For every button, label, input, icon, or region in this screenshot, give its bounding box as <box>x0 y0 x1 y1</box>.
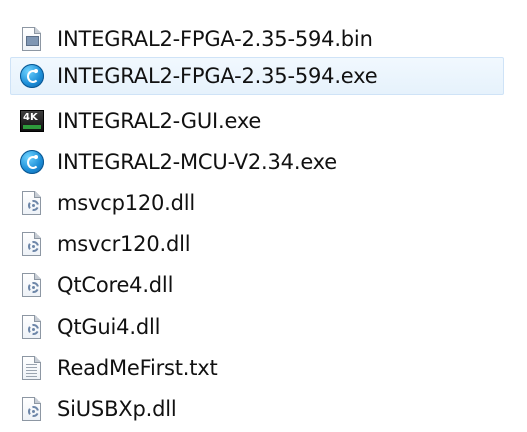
bin-file-icon <box>19 26 45 52</box>
dll-file-icon <box>19 396 45 422</box>
file-name: INTEGRAL2-MCU-V2.34.exe <box>57 150 337 174</box>
dll-file-icon <box>19 272 45 298</box>
file-name: QtCore4.dll <box>57 273 174 297</box>
file-name: SiUSBXp.dll <box>57 397 177 421</box>
file-item-integral2-fpga-exe[interactable]: INTEGRAL2-FPGA-2.35-594.exe <box>10 57 504 95</box>
4k-icon-label: 4K <box>23 112 38 123</box>
file-name: INTEGRAL2-GUI.exe <box>57 109 262 133</box>
file-name: INTEGRAL2-FPGA-2.35-594.exe <box>57 64 378 88</box>
file-name: msvcp120.dll <box>57 191 196 215</box>
file-item-qtcore4-dll[interactable]: QtCore4.dll <box>13 266 513 304</box>
text-file-icon <box>19 355 45 381</box>
file-item-msvcr120-dll[interactable]: msvcr120.dll <box>13 225 513 263</box>
dll-file-icon <box>19 314 45 340</box>
file-list: INTEGRAL2-FPGA-2.35-594.bin INTEGRAL2-FP… <box>0 0 527 432</box>
file-item-integral2-gui-exe[interactable]: 4K INTEGRAL2-GUI.exe <box>13 102 513 140</box>
dll-file-icon <box>19 190 45 216</box>
file-name: INTEGRAL2-FPGA-2.35-594.bin <box>57 27 373 51</box>
file-name: msvcr120.dll <box>57 232 191 256</box>
file-item-readmefirst-txt[interactable]: ReadMeFirst.txt <box>13 349 513 387</box>
file-item-msvcp120-dll[interactable]: msvcp120.dll <box>13 184 513 222</box>
file-item-integral2-mcu-exe[interactable]: INTEGRAL2-MCU-V2.34.exe <box>13 143 513 181</box>
blue-circle-app-icon <box>19 63 45 89</box>
file-name: QtGui4.dll <box>57 315 161 339</box>
blue-circle-app-icon <box>19 149 45 175</box>
file-item-siusbxp-dll[interactable]: SiUSBXp.dll <box>13 390 513 428</box>
dll-file-icon <box>19 231 45 257</box>
file-name: ReadMeFirst.txt <box>57 356 218 380</box>
file-item-qtgui4-dll[interactable]: QtGui4.dll <box>13 308 513 346</box>
file-item-integral2-fpga-bin[interactable]: INTEGRAL2-FPGA-2.35-594.bin <box>13 20 513 58</box>
4k-app-icon: 4K <box>19 108 45 134</box>
